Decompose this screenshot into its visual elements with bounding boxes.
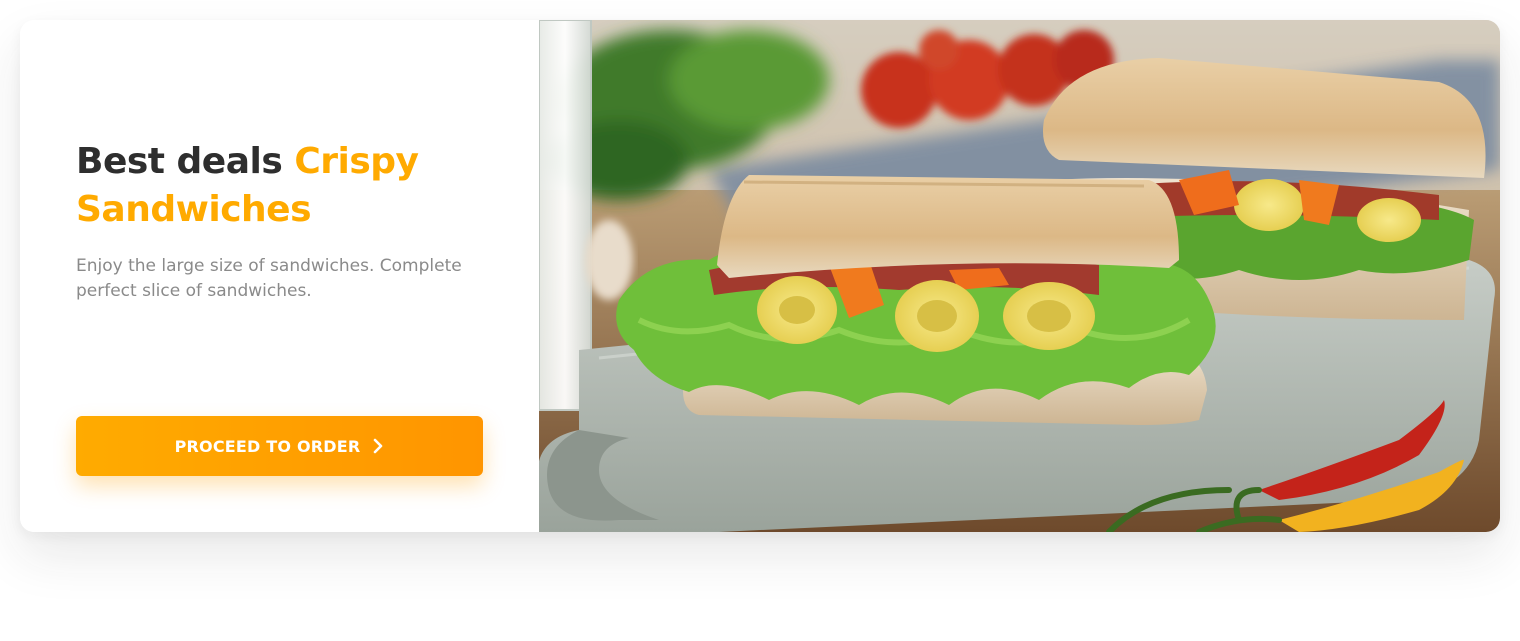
promo-description: Enjoy the large size of sandwiches. Comp…: [76, 256, 462, 301]
headline-main: Best deals: [76, 141, 295, 182]
chevron-right-icon: [372, 438, 384, 454]
promo-text-panel: Best deals Crispy Sandwiches Enjoy the l…: [20, 20, 539, 532]
proceed-to-order-label: PROCEED TO ORDER: [174, 436, 361, 456]
sandwiches-photo: [539, 20, 1500, 532]
promo-headline: Best deals Crispy Sandwiches: [76, 138, 496, 234]
proceed-to-order-button[interactable]: PROCEED TO ORDER: [76, 416, 483, 476]
promo-card: Best deals Crispy Sandwiches Enjoy the l…: [20, 20, 1500, 532]
